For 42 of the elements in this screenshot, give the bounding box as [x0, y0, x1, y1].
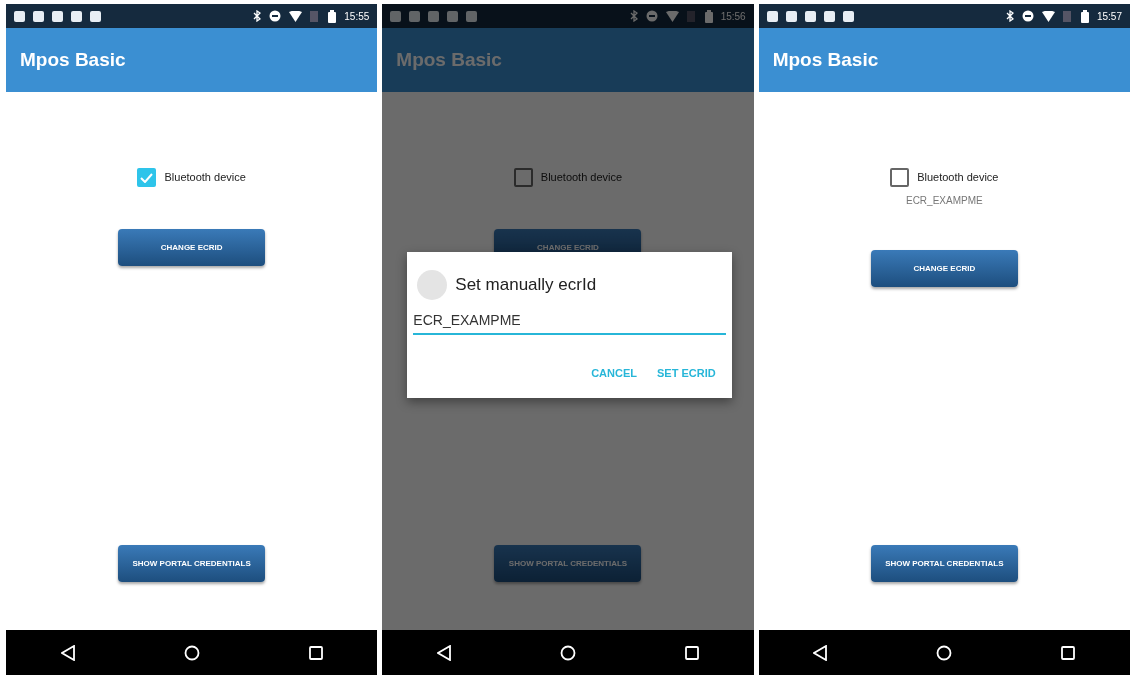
battery-icon	[328, 9, 337, 23]
checkbox[interactable]	[513, 168, 533, 187]
signal-icon	[310, 10, 319, 22]
battery-icon	[704, 9, 713, 23]
status-time: 15:55	[344, 9, 370, 24]
bluetooth-icon	[253, 10, 262, 22]
wifi-icon	[1041, 10, 1055, 22]
portal-credentials-button[interactable]: SHOW PORTAL CREDENTIALS	[870, 545, 1018, 582]
checkbox[interactable]	[890, 168, 910, 187]
bluetooth-icon	[1005, 10, 1014, 22]
app-title: Mpos Basic	[396, 47, 502, 72]
wifi-icon	[665, 10, 679, 22]
portal-credentials-button[interactable]: SHOW PORTAL CREDENTIALS	[118, 545, 266, 582]
wifi-icon	[289, 10, 303, 22]
back-icon	[60, 644, 75, 661]
bluetooth-icon	[629, 10, 638, 22]
recents-icon	[685, 645, 700, 660]
change-ecrid-button[interactable]: CHANGE ECRID	[118, 229, 266, 266]
home-icon	[936, 644, 953, 661]
signal-icon	[1062, 10, 1071, 22]
app-title: Mpos Basic	[20, 47, 126, 72]
home-icon	[183, 644, 200, 661]
checkbox[interactable]	[137, 168, 157, 187]
recents-icon	[1061, 645, 1076, 660]
back-icon	[813, 644, 828, 661]
recents-icon	[308, 645, 323, 660]
checkbox-label: Bluetooth device	[540, 170, 623, 186]
battery-icon	[1080, 9, 1089, 23]
do-not-disturb-icon	[269, 10, 282, 22]
ecrid-text: ECR_EXAMPME	[905, 194, 983, 208]
do-not-disturb-icon	[645, 10, 658, 22]
back-icon	[436, 644, 451, 661]
dialog-title: Set manually ecrId	[455, 274, 597, 297]
checkbox-label: Bluetooth device	[164, 170, 246, 186]
home-icon	[560, 644, 576, 661]
checkbox-label: Bluetooth device	[917, 170, 999, 186]
status-time: 15:56	[720, 9, 746, 24]
status-time: 15:57	[1096, 9, 1122, 24]
do-not-disturb-icon	[1021, 10, 1034, 22]
change-ecrid-button[interactable]: CHANGE ECRID	[870, 250, 1018, 287]
signal-icon	[686, 10, 695, 22]
app-title: Mpos Basic	[772, 47, 879, 72]
